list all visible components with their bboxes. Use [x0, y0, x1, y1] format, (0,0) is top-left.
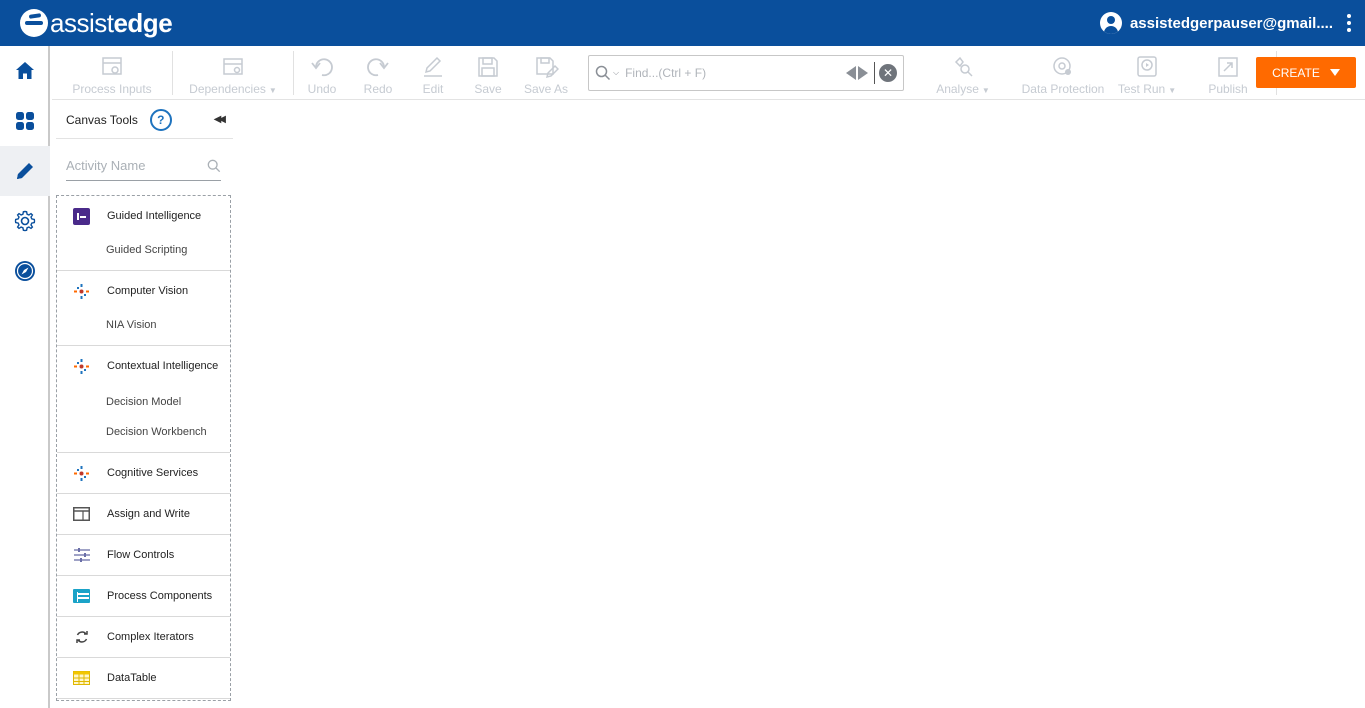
nav-design[interactable]: [0, 146, 50, 196]
tool-group: Computer Vision NIA Vision: [57, 271, 230, 346]
activity-search-placeholder: Activity Name: [66, 158, 146, 173]
find-placeholder: Find...(Ctrl + F): [625, 65, 707, 80]
search-scope-chevron-icon[interactable]: ⌵: [613, 68, 619, 78]
tool-guided-scripting[interactable]: Guided Scripting: [57, 236, 230, 270]
tool-decision-model[interactable]: Decision Model: [57, 386, 230, 418]
tool-assign-and-write[interactable]: Assign and Write: [57, 494, 230, 534]
publish-icon: [1218, 56, 1238, 77]
tool-process-components[interactable]: Process Components: [57, 576, 230, 616]
contextual-intelligence-icon: [73, 358, 90, 375]
process-components-icon: [73, 588, 90, 605]
tool-nia-vision[interactable]: NIA Vision: [57, 311, 230, 345]
data-protection-icon: [1053, 56, 1071, 75]
clear-search-icon[interactable]: ✕: [879, 63, 897, 82]
tool-computer-vision[interactable]: Computer Vision: [57, 271, 230, 311]
nav-dashboard[interactable]: [0, 96, 50, 146]
nav-explore[interactable]: [0, 246, 50, 296]
save-icon: [478, 56, 498, 77]
collapse-panel-icon[interactable]: ◀◀: [214, 114, 227, 125]
data-protection-button[interactable]: Data Protection: [1016, 48, 1110, 98]
app-logo[interactable]: assistedge: [20, 7, 173, 39]
analyse-icon: [954, 56, 973, 77]
save-as-button[interactable]: Save As: [516, 48, 576, 98]
tool-cognitive-services[interactable]: Cognitive Services: [57, 453, 230, 493]
gear-icon: [14, 210, 36, 232]
process-inputs-icon: [102, 56, 122, 75]
chevron-down-icon: ▼: [268, 85, 277, 95]
tool-datatable[interactable]: DataTable: [57, 658, 230, 698]
tool-group: Cognitive Services: [57, 453, 230, 494]
complex-iterators-icon: [73, 629, 90, 646]
find-next-icon[interactable]: [858, 65, 868, 80]
tool-group: DataTable: [57, 658, 230, 699]
panel-header: Canvas Tools ? ◀◀: [56, 101, 233, 139]
logo-text: assistedge: [50, 7, 173, 38]
find-previous-icon[interactable]: [846, 65, 856, 80]
test-run-icon: [1137, 55, 1157, 77]
dependencies-button[interactable]: Dependencies ▼: [173, 48, 293, 98]
datatable-icon: [73, 670, 90, 687]
user-email: assistedgerpauser@gmail....: [1129, 14, 1333, 32]
analyse-button[interactable]: Analyse ▼: [910, 48, 1016, 98]
edit-icon: [424, 56, 442, 77]
panel-title: Canvas Tools: [66, 112, 138, 127]
tool-group: Contextual Intelligence Decision Model D…: [57, 346, 230, 453]
left-nav: [0, 46, 50, 708]
test-run-button[interactable]: Test Run ▼: [1110, 48, 1184, 98]
dependencies-icon: [223, 57, 243, 75]
nav-settings[interactable]: [0, 196, 50, 246]
process-inputs-button[interactable]: Process Inputs: [52, 48, 172, 98]
help-icon[interactable]: ?: [149, 108, 172, 131]
guided-intelligence-icon: [73, 207, 90, 225]
compass-icon: [15, 261, 35, 281]
tool-group: Guided Intelligence Guided Scripting: [57, 196, 230, 271]
top-header: assistedge assistedgerpauser@gmail....: [0, 0, 1365, 46]
activity-search-input[interactable]: Activity Name: [66, 151, 221, 181]
chevron-down-icon: ▼: [1168, 85, 1177, 95]
tool-group: Assign and Write: [57, 494, 230, 535]
chevron-down-icon: ▼: [981, 85, 990, 95]
tool-decision-workbench[interactable]: Decision Workbench: [57, 418, 230, 452]
save-button[interactable]: Save: [460, 48, 516, 98]
caret-down-icon: [1329, 69, 1340, 76]
find-input[interactable]: ⌵ Find...(Ctrl + F) ✕: [588, 54, 904, 91]
flow-controls-icon: [73, 547, 90, 564]
text-cursor: [874, 61, 875, 84]
cognitive-services-icon: [73, 465, 90, 482]
tool-group: Process Components: [57, 576, 230, 617]
search-icon: [595, 65, 611, 80]
save-as-icon: [536, 56, 559, 78]
tool-group: Complex Iterators: [57, 617, 230, 658]
canvas-tools-panel: Canvas Tools ? ◀◀ Activity Name Guided I…: [56, 101, 234, 705]
tool-list: Guided Intelligence Guided Scripting Com…: [56, 195, 231, 701]
user-avatar-icon: [1099, 12, 1122, 34]
redo-button[interactable]: Redo: [350, 48, 406, 98]
nav-home[interactable]: [0, 46, 50, 96]
tool-flow-controls[interactable]: Flow Controls: [57, 535, 230, 575]
edit-button[interactable]: Edit: [406, 48, 460, 98]
pencil-icon: [17, 163, 33, 179]
toolbar: Process Inputs Dependencies ▼ Undo Redo E…: [52, 46, 1365, 100]
undo-button[interactable]: Undo: [294, 48, 350, 98]
assign-write-icon: [73, 506, 90, 523]
search-icon: [207, 159, 221, 172]
dashboard-icon: [16, 112, 34, 130]
user-menu[interactable]: assistedgerpauser@gmail....: [1099, 12, 1351, 34]
more-options-icon[interactable]: [1347, 14, 1351, 32]
tool-group: Flow Controls: [57, 535, 230, 576]
computer-vision-icon: [73, 283, 90, 300]
redo-icon: [367, 57, 389, 76]
tool-guided-intelligence[interactable]: Guided Intelligence: [57, 196, 230, 236]
design-canvas[interactable]: [236, 101, 1365, 708]
tool-complex-iterators[interactable]: Complex Iterators: [57, 617, 230, 657]
logo-icon: [20, 9, 48, 37]
undo-icon: [311, 57, 333, 76]
home-icon: [16, 62, 34, 79]
create-button[interactable]: CREATE: [1256, 57, 1356, 88]
tool-contextual-intelligence[interactable]: Contextual Intelligence: [57, 346, 230, 386]
